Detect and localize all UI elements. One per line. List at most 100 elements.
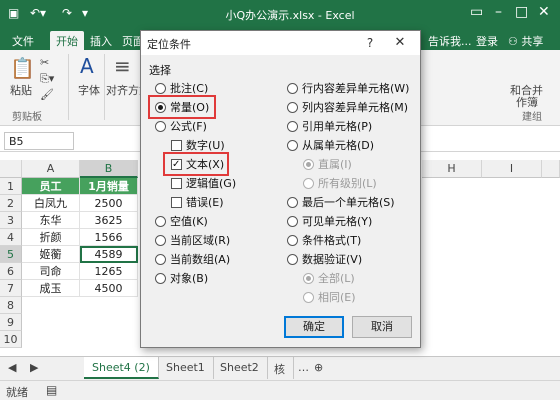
customize-icon[interactable]: ▾	[82, 6, 88, 20]
option-column-differences[interactable]: 列内容差异单元格(M)	[287, 100, 408, 116]
table-header-cell[interactable]: 员工	[22, 178, 80, 195]
checkbox-logicals[interactable]: 逻辑值(G)	[171, 176, 236, 192]
minimize-icon[interactable]: –	[495, 4, 502, 20]
row-header[interactable]: 9	[0, 314, 22, 331]
sheet-tab-sheet4-2[interactable]: Sheet4 (2)	[84, 357, 159, 379]
font-button[interactable]: 字体	[78, 82, 100, 98]
maximize-icon[interactable]: □	[515, 4, 528, 20]
person-icon: ⚇	[508, 35, 522, 48]
active-cell[interactable]: 4589	[80, 246, 138, 263]
checkbox-icon	[171, 197, 182, 208]
select-all-corner[interactable]	[0, 160, 22, 178]
radio-icon	[155, 235, 166, 246]
sheet-tabs-bar: ◀ ▶ Sheet4 (2) Sheet1 Sheet2 核 … ⊕	[0, 356, 560, 380]
close-icon[interactable]: ✕	[382, 32, 418, 54]
window-title: 小Q办公演示.xlsx - Excel	[225, 9, 355, 22]
table-cell[interactable]: 3625	[80, 212, 138, 229]
cancel-button[interactable]: 取消	[352, 316, 412, 338]
undo-icon[interactable]: ↶▾	[30, 6, 46, 20]
table-cell[interactable]: 1566	[80, 229, 138, 246]
paste-button[interactable]: 粘贴	[10, 82, 32, 98]
radio-icon	[155, 121, 166, 132]
sheet-tab-sheet2[interactable]: Sheet2	[212, 357, 268, 379]
option-last-cell[interactable]: 最后一个单元格(S)	[287, 195, 395, 211]
option-objects[interactable]: 对象(B)	[155, 271, 208, 287]
table-cell[interactable]: 白凤九	[22, 195, 80, 212]
checkbox-errors[interactable]: 错误(E)	[171, 195, 224, 211]
row-header[interactable]: 6	[0, 263, 22, 280]
option-current-region[interactable]: 当前区域(R)	[155, 233, 230, 249]
tab-insert[interactable]: 插入	[84, 31, 118, 50]
highlight-box	[148, 95, 216, 119]
ok-button[interactable]: 确定	[284, 316, 344, 338]
column-header-h[interactable]: H	[422, 160, 482, 178]
radio-icon	[287, 102, 298, 113]
option-validation-same: 相同(E)	[303, 290, 356, 306]
build-group-label: 建组	[522, 112, 542, 123]
option-validation-all: 全部(L)	[303, 271, 355, 287]
row-header[interactable]: 7	[0, 280, 22, 297]
ribbon-options-icon[interactable]: ▭	[470, 4, 483, 20]
table-cell[interactable]: 1265	[80, 263, 138, 280]
row-header[interactable]: 8	[0, 297, 22, 314]
cut-icon[interactable]: ✂	[40, 56, 49, 69]
tab-home[interactable]: 开始	[50, 31, 84, 50]
status-ready: 就绪	[6, 386, 28, 399]
share-button[interactable]: ⚇ 共享	[502, 31, 549, 50]
column-header-i[interactable]: I	[482, 160, 542, 178]
divider	[68, 54, 69, 120]
highlight-box	[163, 152, 229, 176]
table-cell[interactable]: 成玉	[22, 280, 80, 297]
row-header[interactable]: 4	[0, 229, 22, 246]
tab-file[interactable]: 文件	[6, 31, 40, 50]
macro-record-icon[interactable]: ▤	[46, 383, 57, 397]
sheet-tab-sheet1[interactable]: Sheet1	[158, 357, 214, 379]
option-all-levels: 所有级别(L)	[303, 176, 377, 192]
radio-icon	[287, 197, 298, 208]
column-header-a[interactable]: A	[22, 160, 80, 178]
option-dependents[interactable]: 从属单元格(D)	[287, 138, 374, 154]
format-painter-icon[interactable]: 🖌	[40, 88, 54, 101]
option-precedents[interactable]: 引用单元格(P)	[287, 119, 372, 135]
option-formulas[interactable]: 公式(F)	[155, 119, 207, 135]
redo-icon[interactable]: ↷	[62, 6, 72, 20]
option-direct-only: 直属(I)	[303, 157, 352, 173]
dialog-title: 定位条件	[141, 31, 420, 55]
row-header[interactable]: 2	[0, 195, 22, 212]
option-current-array[interactable]: 当前数组(A)	[155, 252, 230, 268]
row-header[interactable]: 10	[0, 331, 22, 348]
font-icon[interactable]: A	[80, 54, 94, 78]
option-data-validation[interactable]: 数据验证(V)	[287, 252, 362, 268]
table-cell[interactable]: 东华	[22, 212, 80, 229]
close-window-icon[interactable]: ✕	[538, 4, 550, 20]
copy-icon[interactable]: ⎘▾	[40, 72, 54, 86]
row-header[interactable]: 5	[0, 246, 22, 263]
table-header-cell[interactable]: 1月销量	[80, 178, 138, 195]
login-link[interactable]: 登录	[470, 31, 504, 50]
scroll-right-icon[interactable]: ▶	[22, 357, 46, 379]
row-header[interactable]: 3	[0, 212, 22, 229]
save-icon[interactable]: ▣	[8, 6, 19, 20]
help-icon[interactable]: ?	[362, 35, 378, 51]
option-blanks[interactable]: 空值(K)	[155, 214, 208, 230]
row-header[interactable]: 1	[0, 178, 22, 195]
paste-icon[interactable]: 📋	[10, 56, 35, 80]
table-cell[interactable]: 4500	[80, 280, 138, 297]
radio-icon	[287, 121, 298, 132]
table-cell[interactable]: 折颜	[22, 229, 80, 246]
column-header-j[interactable]	[542, 160, 560, 178]
scroll-left-icon[interactable]: ◀	[0, 357, 24, 379]
option-conditional-formats[interactable]: 条件格式(T)	[287, 233, 361, 249]
table-cell[interactable]: 司命	[22, 263, 80, 280]
name-box[interactable]: B5	[4, 132, 74, 150]
align-icon[interactable]: ≡	[114, 54, 131, 78]
option-visible-cells[interactable]: 可见单元格(Y)	[287, 214, 372, 230]
radio-icon	[287, 83, 298, 94]
column-header-b[interactable]: B	[80, 160, 138, 178]
divider	[104, 54, 105, 120]
add-sheet-icon[interactable]: ⊕	[306, 357, 331, 379]
option-row-differences[interactable]: 行内容差异单元格(W)	[287, 81, 409, 97]
table-cell[interactable]: 姬蘅	[22, 246, 80, 263]
radio-disabled-icon	[303, 178, 314, 189]
table-cell[interactable]: 2500	[80, 195, 138, 212]
